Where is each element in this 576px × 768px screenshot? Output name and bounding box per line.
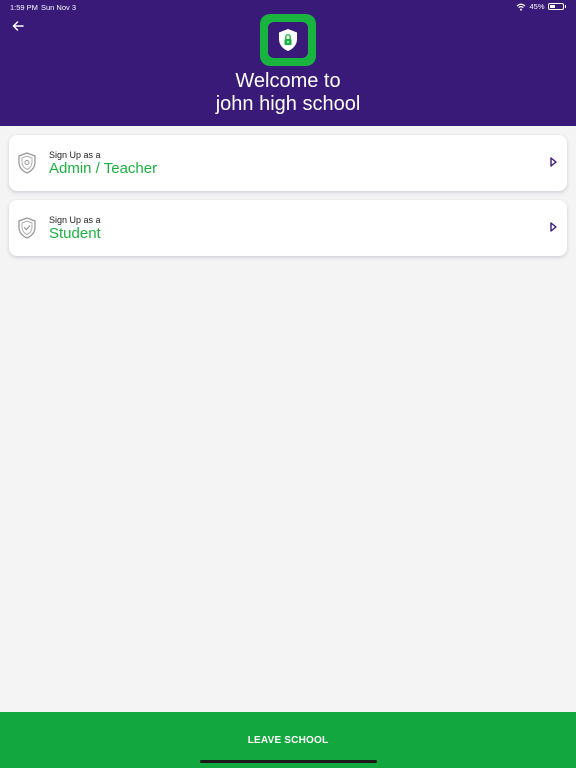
chevron-right-icon	[550, 157, 557, 167]
header: 1:59 PM Sun Nov 3 45% Welcome to john hi…	[0, 0, 576, 126]
back-button[interactable]	[8, 18, 28, 34]
arrow-left-icon	[12, 21, 24, 31]
welcome-line-1: Welcome to	[235, 70, 341, 92]
status-bar: 1:59 PM Sun Nov 3 45%	[0, 0, 576, 14]
battery-icon	[547, 3, 564, 10]
school-name: john high school	[215, 93, 361, 115]
app-logo	[260, 14, 316, 66]
signup-admin-teacher-card[interactable]: Sign Up as a Admin / Teacher	[9, 135, 567, 191]
status-indicators: 45%	[516, 2, 566, 11]
chevron-right-icon	[550, 222, 557, 232]
status-time: 1:59 PM	[10, 3, 38, 12]
option-subtitle: Sign Up as a	[49, 215, 101, 225]
wifi-icon	[517, 3, 526, 11]
status-date: Sun Nov 3	[41, 3, 77, 12]
home-indicator[interactable]	[200, 760, 377, 763]
battery-tip	[564, 5, 566, 8]
signup-student-card[interactable]: Sign Up as a Student	[9, 200, 567, 256]
shield-lock-icon	[279, 29, 297, 51]
battery-level	[549, 5, 555, 8]
welcome-heading: Welcome to john high school	[0, 70, 576, 116]
option-subtitle: Sign Up as a	[49, 150, 101, 160]
shield-gear-icon	[18, 152, 36, 174]
battery-percent: 45%	[529, 2, 545, 11]
shield-check-icon	[18, 217, 36, 239]
logo-inner	[268, 22, 308, 58]
option-title: Student	[49, 225, 101, 242]
option-title: Admin / Teacher	[49, 160, 158, 177]
